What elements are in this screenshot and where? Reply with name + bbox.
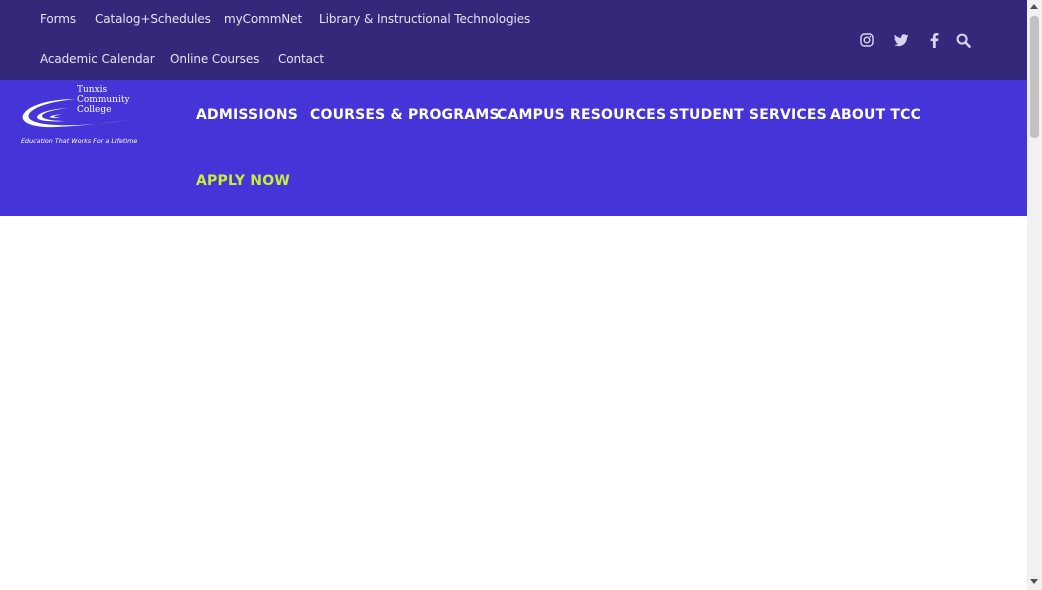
facebook-icon[interactable] (926, 31, 942, 49)
search-icon[interactable] (954, 31, 972, 49)
utility-bar: Forms Catalog+Schedules myCommNet Librar… (0, 0, 1027, 80)
swoosh-icon (22, 99, 129, 128)
utility-link-academic-calendar[interactable]: Academic Calendar (40, 52, 155, 66)
twitter-icon[interactable] (892, 31, 910, 49)
utility-link-library[interactable]: Library & Instructional Technologies (319, 12, 530, 26)
utility-link-catalog-schedules[interactable]: Catalog+Schedules (95, 12, 211, 26)
utility-link-forms[interactable]: Forms (40, 12, 76, 26)
logo-line-1: Tunxis (77, 85, 108, 95)
logo-tagline: Education That Works For a Lifetime (21, 137, 138, 145)
nav-campus-resources[interactable]: CAMPUS RESOURCES (497, 107, 666, 123)
instagram-icon[interactable] (858, 31, 876, 49)
nav-admissions[interactable]: ADMISSIONS (196, 107, 298, 123)
scrollbar-thumb[interactable] (1030, 16, 1039, 138)
nav-apply-now[interactable]: APPLY NOW (196, 173, 290, 189)
nav-courses-programs[interactable]: COURSES & PROGRAMS (310, 107, 500, 123)
page: Forms Catalog+Schedules myCommNet Librar… (0, 0, 1027, 590)
college-logo[interactable]: Tunxis Community College Education That … (20, 85, 137, 147)
scrollbar[interactable] (1027, 0, 1042, 590)
content-area (0, 216, 1027, 590)
nav-about-tcc[interactable]: ABOUT TCC (830, 107, 921, 123)
utility-link-contact[interactable]: Contact (278, 52, 324, 66)
scroll-up-arrow-icon[interactable] (1030, 4, 1038, 9)
nav-student-services[interactable]: STUDENT SERVICES (669, 107, 827, 123)
main-nav: Tunxis Community College Education That … (0, 80, 1027, 216)
utility-link-online-courses[interactable]: Online Courses (170, 52, 259, 66)
utility-link-mycommnet[interactable]: myCommNet (224, 12, 302, 26)
scroll-down-arrow-icon[interactable] (1030, 579, 1038, 584)
